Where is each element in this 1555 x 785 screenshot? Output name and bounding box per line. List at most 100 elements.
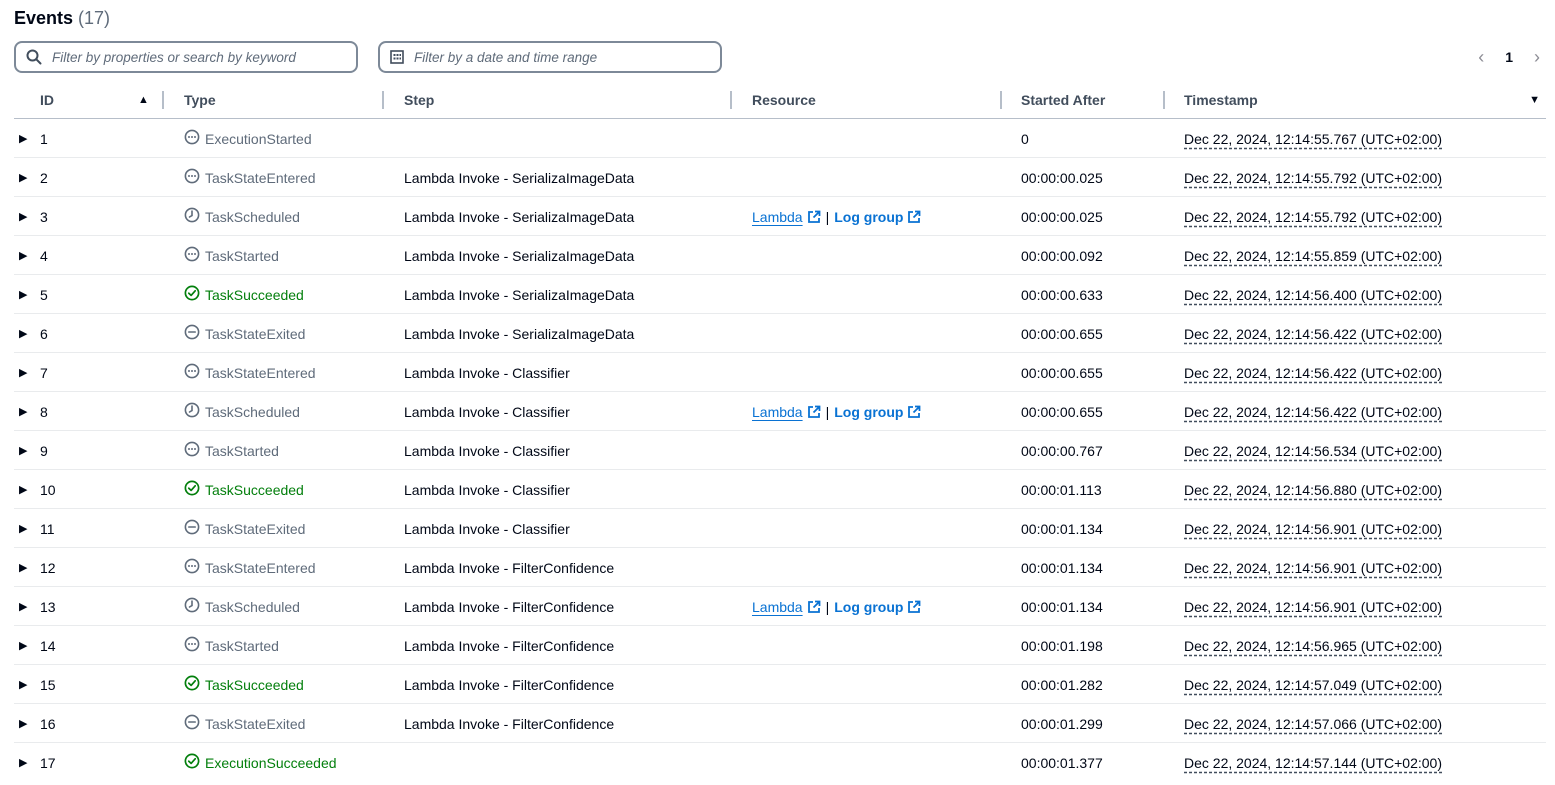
search-input[interactable]: Filter by properties or search by keywor… [14,41,358,73]
table-row[interactable]: ▶ 12 TaskStateEntered Lambda Invoke - Fi… [14,548,1546,587]
timestamp[interactable]: Dec 22, 2024, 12:14:56.422 (UTC+02:00) [1184,353,1442,392]
started-after: 0 [1021,130,1029,147]
expand-row-icon[interactable]: ▶ [19,119,27,158]
column-header-resource[interactable]: Resource [732,81,1002,119]
timestamp[interactable]: Dec 22, 2024, 12:14:55.767 (UTC+02:00) [1184,119,1442,158]
column-header-step[interactable]: Step [384,81,732,119]
event-id: 7 [40,364,48,381]
log-group-link[interactable]: Log group [834,404,903,420]
started-after: 00:00:01.282 [1021,676,1103,693]
expand-row-icon[interactable]: ▶ [19,509,27,548]
table-row[interactable]: ▶ 7 TaskStateEntered Lambda Invoke - Cla… [14,353,1546,392]
timestamp[interactable]: Dec 22, 2024, 12:14:56.965 (UTC+02:00) [1184,626,1442,665]
expand-row-icon[interactable]: ▶ [19,197,27,236]
in-progress-icon [184,363,205,382]
timestamp[interactable]: Dec 22, 2024, 12:14:56.422 (UTC+02:00) [1184,314,1442,353]
started-after: 00:00:01.198 [1021,637,1103,654]
event-id: 2 [40,169,48,186]
started-after: 00:00:01.113 [1021,481,1102,498]
event-type-label: TaskStateEntered [205,364,316,381]
in-progress-icon [184,129,205,148]
event-type-label: ExecutionSucceeded [205,754,337,771]
timestamp[interactable]: Dec 22, 2024, 12:14:56.534 (UTC+02:00) [1184,431,1442,470]
timestamp[interactable]: Dec 22, 2024, 12:14:56.422 (UTC+02:00) [1184,392,1442,431]
log-group-link[interactable]: Log group [834,209,903,225]
timestamp[interactable]: Dec 22, 2024, 12:14:57.049 (UTC+02:00) [1184,665,1442,704]
event-type: TaskStarted [184,236,279,275]
lambda-link[interactable]: Lambda [752,599,803,615]
event-id: 3 [40,208,48,225]
table-row[interactable]: ▶ 10 TaskSucceeded Lambda Invoke - Class… [14,470,1546,509]
timestamp[interactable]: Dec 22, 2024, 12:14:56.880 (UTC+02:00) [1184,470,1442,509]
event-step: Lambda Invoke - FilterConfidence [404,598,615,615]
table-row[interactable]: ▶ 2 TaskStateEntered Lambda Invoke - Ser… [14,158,1546,197]
log-group-link[interactable]: Log group [834,599,903,615]
event-type: TaskStarted [184,626,279,665]
table-row[interactable]: ▶ 9 TaskStarted Lambda Invoke - Classifi… [14,431,1546,470]
chevron-left-icon[interactable]: ‹ [1475,47,1487,68]
event-type: TaskStateExited [184,704,305,743]
table-row[interactable]: ▶ 17 ExecutionSucceeded 00:00:01.377 Dec… [14,743,1546,782]
table-row[interactable]: ▶ 6 TaskStateExited Lambda Invoke - Seri… [14,314,1546,353]
expand-row-icon[interactable]: ▶ [19,275,27,314]
event-step: Lambda Invoke - SerializaImageData [404,247,635,264]
expand-row-icon[interactable]: ▶ [19,392,27,431]
expand-row-icon[interactable]: ▶ [19,665,27,704]
table-row[interactable]: ▶ 5 TaskSucceeded Lambda Invoke - Serial… [14,275,1546,314]
table-row[interactable]: ▶ 16 TaskStateExited Lambda Invoke - Fil… [14,704,1546,743]
column-header-timestamp[interactable]: Timestamp ▼ [1165,81,1546,119]
timestamp[interactable]: Dec 22, 2024, 12:14:56.901 (UTC+02:00) [1184,548,1442,587]
sort-ascending-icon[interactable]: ▲ [138,94,149,106]
external-link-icon [903,599,921,615]
timestamp[interactable]: Dec 22, 2024, 12:14:56.400 (UTC+02:00) [1184,275,1442,314]
column-header-id[interactable]: ID ▲ [14,81,164,119]
timestamp[interactable]: Dec 22, 2024, 12:14:56.901 (UTC+02:00) [1184,587,1442,626]
table-row[interactable]: ▶ 11 TaskStateExited Lambda Invoke - Cla… [14,509,1546,548]
table-row[interactable]: ▶ 14 TaskStarted Lambda Invoke - FilterC… [14,626,1546,665]
column-header-started-after[interactable]: Started After [1002,81,1165,119]
expand-row-icon[interactable]: ▶ [19,353,27,392]
timestamp[interactable]: Dec 22, 2024, 12:14:57.144 (UTC+02:00) [1184,743,1442,782]
table-row[interactable]: ▶ 8 TaskScheduled Lambda Invoke - Classi… [14,392,1546,431]
events-table: ID ▲ Type Step Resource Started After Ti… [14,81,1546,782]
event-type-label: TaskScheduled [205,598,300,615]
expand-row-icon[interactable]: ▶ [19,587,27,626]
event-id: 16 [40,715,56,732]
timestamp[interactable]: Dec 22, 2024, 12:14:57.066 (UTC+02:00) [1184,704,1442,743]
in-progress-icon [184,558,205,577]
table-row[interactable]: ▶ 15 TaskSucceeded Lambda Invoke - Filte… [14,665,1546,704]
expand-row-icon[interactable]: ▶ [19,704,27,743]
expand-row-icon[interactable]: ▶ [19,158,27,197]
lambda-link[interactable]: Lambda [752,209,803,225]
table-row[interactable]: ▶ 4 TaskStarted Lambda Invoke - Serializ… [14,236,1546,275]
timestamp[interactable]: Dec 22, 2024, 12:14:56.901 (UTC+02:00) [1184,509,1442,548]
current-page[interactable]: 1 [1505,49,1513,65]
table-row[interactable]: ▶ 3 TaskScheduled Lambda Invoke - Serial… [14,197,1546,236]
expand-row-icon[interactable]: ▶ [19,236,27,275]
expand-row-icon[interactable]: ▶ [19,431,27,470]
event-step: Lambda Invoke - FilterConfidence [404,637,615,654]
event-type-label: TaskStateExited [205,520,306,537]
table-row[interactable]: ▶ 1 ExecutionStarted 0 Dec 22, 2024, 12:… [14,119,1546,158]
chevron-right-icon[interactable]: › [1531,47,1543,68]
timestamp[interactable]: Dec 22, 2024, 12:14:55.859 (UTC+02:00) [1184,236,1442,275]
resource-cell: Lambda | Log group [752,587,921,626]
started-after: 00:00:00.655 [1021,325,1103,342]
table-body: ▶ 1 ExecutionStarted 0 Dec 22, 2024, 12:… [14,119,1546,782]
link-separator: | [825,598,830,615]
expand-row-icon[interactable]: ▶ [19,470,27,509]
event-step: Lambda Invoke - SerializaImageData [404,169,635,186]
expand-row-icon[interactable]: ▶ [19,743,27,782]
expand-row-icon[interactable]: ▶ [19,626,27,665]
expand-row-icon[interactable]: ▶ [19,314,27,353]
column-header-type[interactable]: Type [164,81,384,119]
sort-descending-icon[interactable]: ▼ [1529,94,1540,106]
date-range-filter[interactable]: Filter by a date and time range [378,41,722,73]
lambda-link[interactable]: Lambda [752,404,803,420]
timestamp[interactable]: Dec 22, 2024, 12:14:55.792 (UTC+02:00) [1184,197,1442,236]
table-row[interactable]: ▶ 13 TaskScheduled Lambda Invoke - Filte… [14,587,1546,626]
event-type-label: TaskStateExited [205,715,306,732]
expand-row-icon[interactable]: ▶ [19,548,27,587]
timestamp[interactable]: Dec 22, 2024, 12:14:55.792 (UTC+02:00) [1184,158,1442,197]
event-type-label: TaskScheduled [205,208,300,225]
